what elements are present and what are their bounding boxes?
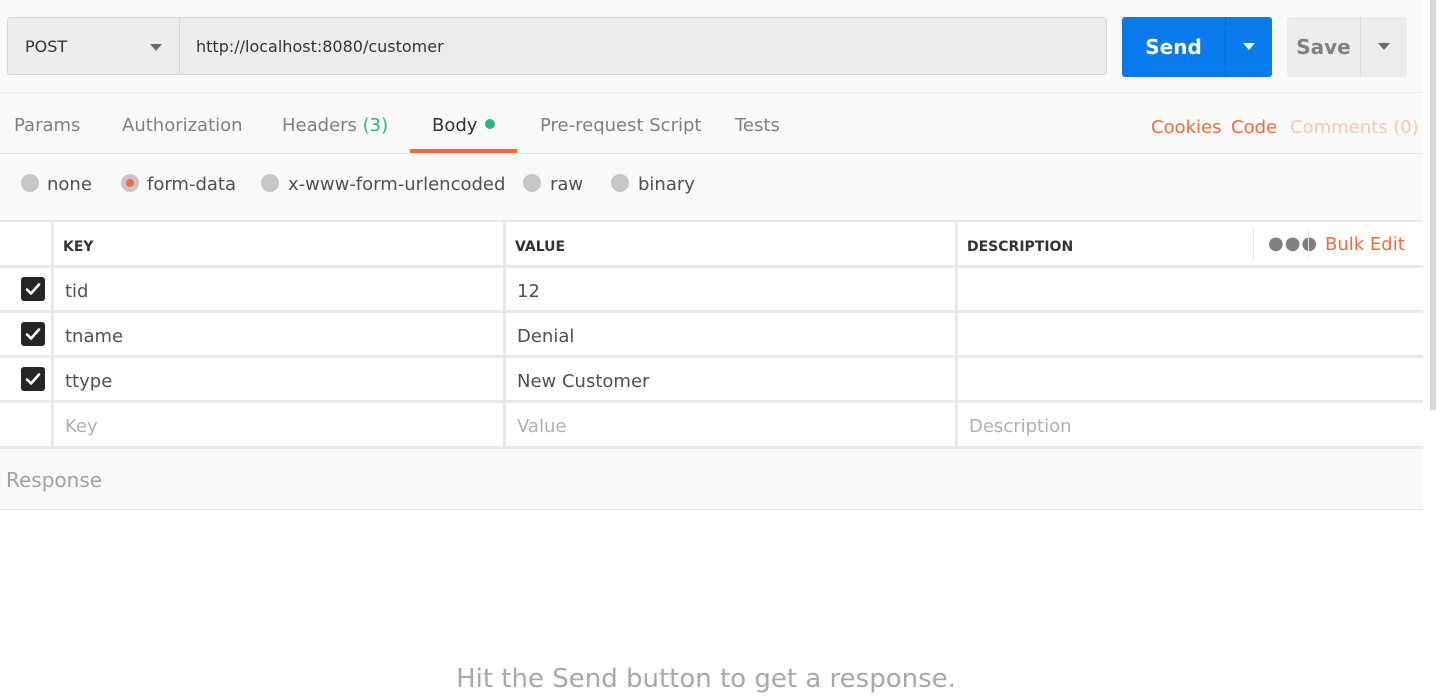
value-placeholder: Value xyxy=(517,416,567,437)
chevron-down-icon xyxy=(1243,43,1255,50)
url-input[interactable] xyxy=(180,17,1107,75)
mode-none-label[interactable]: none xyxy=(47,174,92,195)
send-dropdown-button[interactable] xyxy=(1226,17,1272,77)
method-selector[interactable]: POST xyxy=(7,17,180,75)
table-row-description-cell[interactable] xyxy=(958,313,1423,355)
save-dropdown-button[interactable] xyxy=(1361,17,1407,77)
radio-form-data[interactable] xyxy=(121,174,139,192)
table-row-key-cell[interactable]: ttype xyxy=(54,358,503,400)
key-placeholder: Key xyxy=(65,416,98,437)
header-key-label: KEY xyxy=(63,239,94,255)
new-row-checkbox-cell xyxy=(0,403,51,446)
header-value-label: VALUE xyxy=(515,239,566,255)
row-checkbox[interactable] xyxy=(21,367,45,391)
table-row-key-cell[interactable]: tname xyxy=(54,313,503,355)
row-checkbox[interactable] xyxy=(21,322,45,346)
radio-urlencoded[interactable] xyxy=(261,174,279,192)
postman-app: POST Send Save Params Authorization Head… xyxy=(0,0,1423,696)
mode-form-data-label[interactable]: form-data xyxy=(147,174,236,195)
mode-urlencoded-label[interactable]: x-www-form-urlencoded xyxy=(288,174,505,195)
row-key: ttype xyxy=(65,371,113,392)
active-tab-indicator xyxy=(410,149,517,153)
response-body: Hit the Send button to get a response. xyxy=(0,510,1423,696)
row-checkbox[interactable] xyxy=(21,277,45,301)
ellipsis-icon[interactable]: ●●● xyxy=(1268,233,1318,254)
mode-binary-label[interactable]: binary xyxy=(638,174,695,195)
save-button[interactable]: Save xyxy=(1287,17,1360,77)
request-bar: POST Send Save xyxy=(0,0,1423,93)
cookies-link[interactable]: Cookies xyxy=(1151,117,1221,138)
new-value-input[interactable]: Value xyxy=(506,403,955,446)
description-placeholder: Description xyxy=(969,416,1072,437)
new-key-input[interactable]: Key xyxy=(54,403,503,446)
table-row-description-cell[interactable] xyxy=(958,358,1423,400)
table-row-value-cell[interactable]: Denial xyxy=(506,313,955,355)
scrollbar-thumb[interactable] xyxy=(1430,0,1436,410)
header-description-label: DESCRIPTION xyxy=(967,239,1074,255)
new-description-input[interactable]: Description xyxy=(958,403,1423,446)
table-row-checkbox-cell xyxy=(0,358,51,400)
request-tabs: Params Authorization Headers (3) Body Pr… xyxy=(0,93,1423,154)
tab-authorization[interactable]: Authorization xyxy=(122,115,243,136)
status-dot-icon xyxy=(485,119,496,129)
save-button-group: Save xyxy=(1287,17,1407,77)
header-divider xyxy=(1308,228,1309,260)
check-icon xyxy=(25,283,41,295)
tab-tests[interactable]: Tests xyxy=(735,115,780,136)
table-row-description-cell[interactable] xyxy=(958,268,1423,310)
send-button-group: Send xyxy=(1122,17,1272,77)
body-mode-selector: none form-data x-www-form-urlencoded raw… xyxy=(0,154,1423,220)
radio-none[interactable] xyxy=(21,174,39,192)
tab-pre-request-script[interactable]: Pre-request Script xyxy=(540,115,701,136)
header-value: VALUE xyxy=(506,222,955,265)
tab-body-label: Body xyxy=(432,115,478,136)
row-value: Denial xyxy=(517,326,575,347)
chevron-down-icon xyxy=(150,44,162,51)
header-key: KEY xyxy=(54,222,503,265)
table-row-value-cell[interactable]: New Customer xyxy=(506,358,955,400)
radio-binary[interactable] xyxy=(611,174,629,192)
mode-raw-label[interactable]: raw xyxy=(550,174,583,195)
send-button[interactable]: Send xyxy=(1122,17,1225,77)
tab-body[interactable]: Body xyxy=(432,115,496,136)
row-key: tname xyxy=(65,326,124,347)
row-value: New Customer xyxy=(517,371,650,392)
row-value: 12 xyxy=(517,281,540,302)
tab-headers[interactable]: Headers (3) xyxy=(282,115,388,136)
table-row-value-cell[interactable]: 12 xyxy=(506,268,955,310)
header-divider xyxy=(1253,228,1254,260)
comments-link[interactable]: Comments (0) xyxy=(1290,117,1419,138)
tab-params[interactable]: Params xyxy=(14,115,80,136)
form-data-table: KEY VALUE DESCRIPTION tid 12 tname Denia… xyxy=(0,220,1423,449)
radio-raw[interactable] xyxy=(523,174,541,192)
table-row-key-cell[interactable]: tid xyxy=(54,268,503,310)
table-row-checkbox-cell xyxy=(0,313,51,355)
tab-headers-label: Headers xyxy=(282,115,357,136)
empty-response-message: Hit the Send button to get a response. xyxy=(456,664,956,694)
table-row-checkbox-cell xyxy=(0,268,51,310)
response-title: Response xyxy=(6,468,103,492)
headers-count-badge: (3) xyxy=(362,115,389,136)
response-header: Response xyxy=(0,451,1423,510)
method-label: POST xyxy=(25,37,68,56)
bulk-edit-link[interactable]: Bulk Edit xyxy=(1325,234,1405,255)
header-checkbox-cell xyxy=(0,222,51,265)
code-link[interactable]: Code xyxy=(1231,117,1277,138)
check-icon xyxy=(25,328,41,340)
chevron-down-icon xyxy=(1378,43,1390,50)
check-icon xyxy=(25,373,41,385)
row-key: tid xyxy=(65,281,89,302)
